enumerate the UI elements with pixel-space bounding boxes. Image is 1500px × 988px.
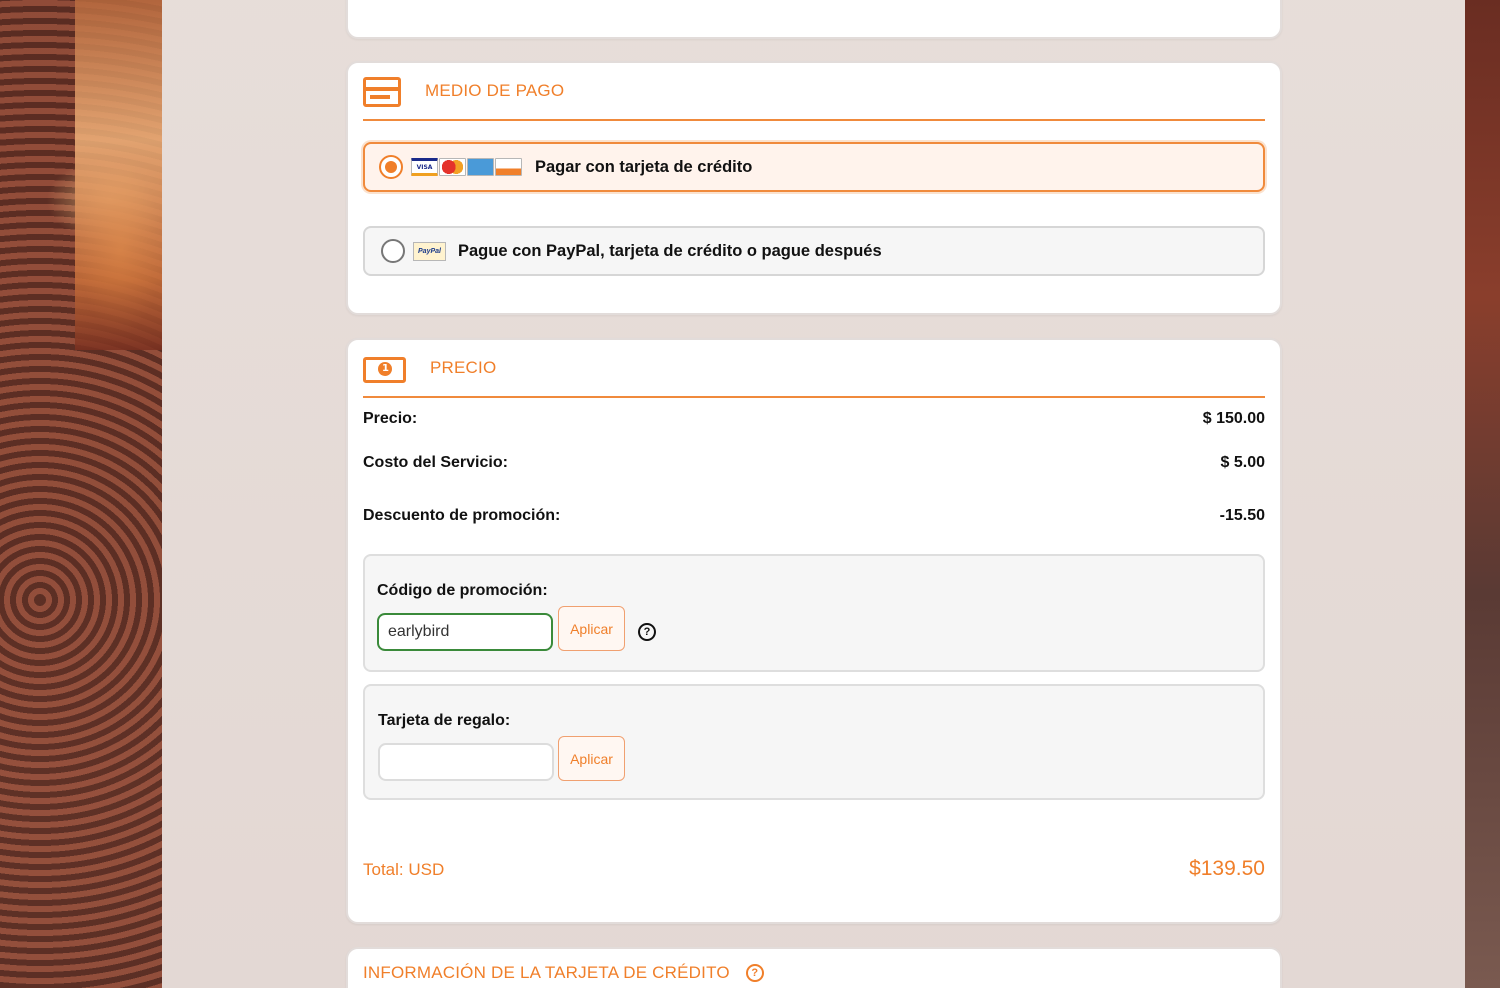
promo-apply-button[interactable]: Aplicar bbox=[558, 606, 625, 651]
discount-label: Descuento de promoción: bbox=[363, 507, 561, 524]
price-row-service: Costo del Servicio: $ 5.00 bbox=[363, 454, 1265, 472]
background-left-theater bbox=[0, 0, 162, 988]
pay-option-credit-card[interactable]: VISA Pagar con tarjeta de crédito bbox=[363, 142, 1265, 192]
gift-card-box: Tarjeta de regalo: Aplicar bbox=[363, 684, 1265, 800]
total-row: Total: USD $139.50 bbox=[363, 857, 1265, 881]
service-fee-label: Costo del Servicio: bbox=[363, 454, 508, 471]
payment-method-card: MEDIO DE PAGO VISA Pagar con tarjeta de … bbox=[346, 61, 1282, 315]
price-header: PRECIO bbox=[363, 340, 1265, 398]
total-label: Total: USD bbox=[363, 860, 445, 879]
promo-code-label: Código de promoción: bbox=[377, 582, 548, 599]
paypal-icon: PayPal bbox=[413, 241, 446, 261]
promo-code-box: Código de promoción: Aplicar ? bbox=[363, 554, 1265, 672]
discover-icon bbox=[495, 158, 522, 176]
question-circle-icon[interactable]: ? bbox=[745, 964, 764, 982]
credit-card-icon bbox=[363, 77, 401, 107]
card-info-title: INFORMACIÓN DE LA TARJETA DE CRÉDITO bbox=[363, 963, 730, 982]
total-value: $139.50 bbox=[1189, 857, 1265, 880]
visa-icon: VISA bbox=[411, 158, 438, 176]
gift-apply-button[interactable]: Aplicar bbox=[558, 736, 625, 781]
background-right-theater bbox=[1465, 0, 1500, 988]
price-title: PRECIO bbox=[430, 358, 497, 377]
price-row-discount: Descuento de promoción: -15.50 bbox=[363, 507, 1265, 525]
card-info-card: INFORMACIÓN DE LA TARJETA DE CRÉDITO ? bbox=[346, 947, 1282, 988]
payment-method-header: MEDIO DE PAGO bbox=[363, 63, 1265, 121]
price-label: Precio: bbox=[363, 410, 418, 427]
money-bill-icon bbox=[363, 357, 406, 383]
card-info-header: INFORMACIÓN DE LA TARJETA DE CRÉDITO ? bbox=[363, 963, 764, 983]
question-circle-icon[interactable]: ? bbox=[638, 623, 656, 641]
previous-section-card bbox=[346, 0, 1282, 39]
price-value: $ 150.00 bbox=[1202, 410, 1265, 427]
price-card: PRECIO Precio: $ 150.00 Costo del Servic… bbox=[346, 338, 1282, 924]
mastercard-icon bbox=[439, 158, 466, 176]
amex-icon bbox=[467, 158, 494, 176]
paypal-radio[interactable] bbox=[381, 239, 405, 263]
promo-code-input[interactable] bbox=[377, 613, 553, 651]
credit-card-radio[interactable] bbox=[379, 155, 403, 179]
payment-method-title: MEDIO DE PAGO bbox=[425, 81, 565, 100]
credit-card-label: Pagar con tarjeta de crédito bbox=[535, 157, 753, 176]
paypal-label: Pague con PayPal, tarjeta de crédito o p… bbox=[458, 241, 882, 260]
gift-card-input[interactable] bbox=[378, 743, 554, 781]
gift-card-label: Tarjeta de regalo: bbox=[378, 712, 511, 729]
discount-value: -15.50 bbox=[1219, 507, 1265, 524]
card-brands: VISA bbox=[411, 158, 522, 176]
service-fee-value: $ 5.00 bbox=[1220, 454, 1265, 471]
pay-option-paypal[interactable]: PayPal Pague con PayPal, tarjeta de créd… bbox=[363, 226, 1265, 276]
price-row-base: Precio: $ 150.00 bbox=[363, 410, 1265, 428]
